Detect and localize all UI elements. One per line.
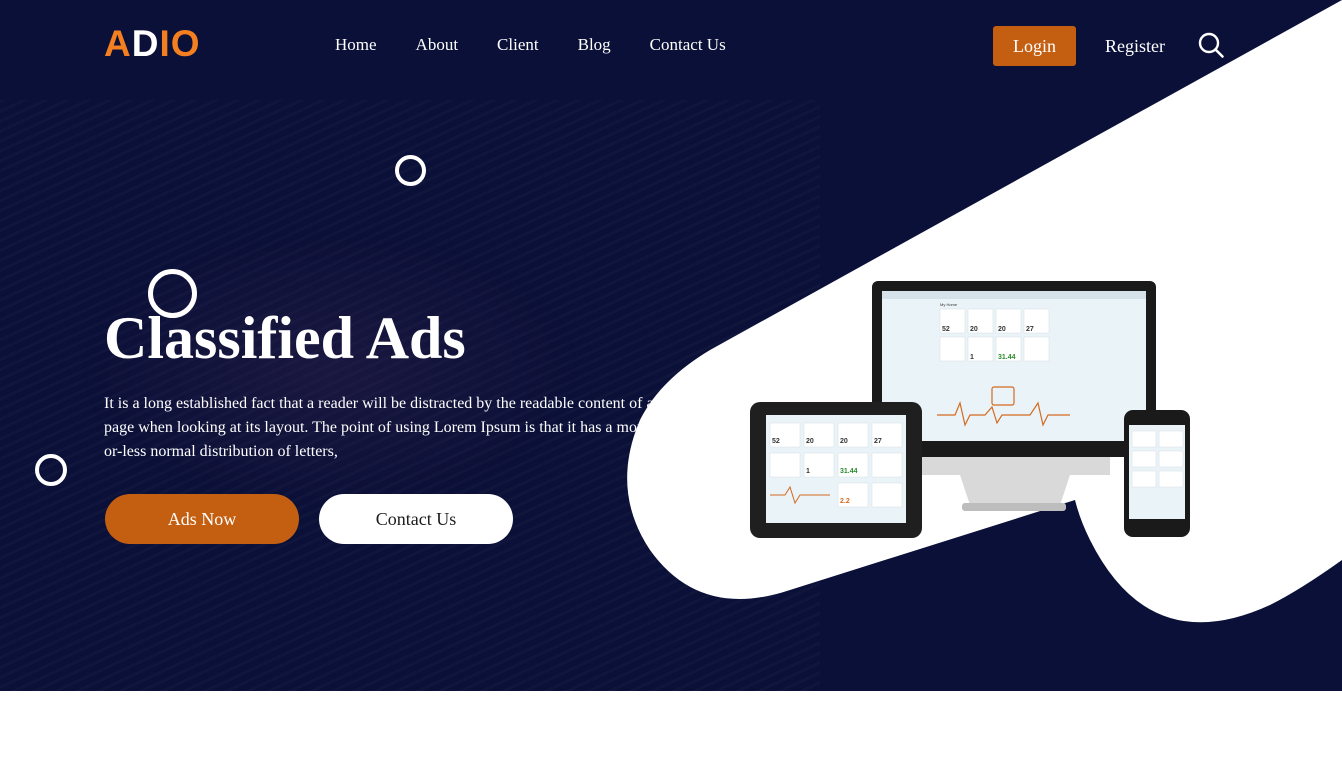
dashboard-title: My Home: [940, 302, 958, 307]
decorative-ring-left: [35, 454, 67, 486]
tablet-tile-value: 52: [772, 438, 780, 445]
nav-item-contact-us[interactable]: Contact Us: [650, 34, 726, 56]
logo-letter-a: A: [104, 23, 132, 64]
tablet-image: 52 20 20 27 1 31.44 2.2: [750, 402, 922, 538]
nav-item-about[interactable]: About: [416, 34, 459, 56]
nav-item-blog[interactable]: Blog: [578, 34, 611, 56]
hero-section: ADIO Home About Client Blog Contact Us L…: [0, 0, 1342, 691]
dashboard-tile-value: 27: [1026, 326, 1034, 333]
main-nav: Home About Client Blog Contact Us: [335, 34, 765, 56]
nav-item-home[interactable]: Home: [335, 34, 377, 56]
hero-description: It is a long established fact that a rea…: [104, 395, 655, 460]
dashboard-tile-value: 1: [970, 354, 974, 361]
hero-title: Classified Ads: [104, 305, 466, 371]
tablet-tile-value: 31.44: [840, 468, 858, 475]
search-icon[interactable]: [1197, 31, 1225, 59]
dashboard-tile-value: 52: [942, 326, 950, 333]
login-button[interactable]: Login: [993, 26, 1076, 66]
devices-illustration: My Home 52 20 20 27 1 31.44 52 20 20 27 …: [750, 281, 1190, 538]
dashboard-tile-value: 20: [998, 326, 1006, 333]
register-link[interactable]: Register: [1105, 35, 1165, 57]
logo-letter-d: D: [131, 23, 160, 64]
tablet-tile-value: 20: [806, 438, 814, 445]
dashboard-tile-value: 31.44: [998, 354, 1016, 361]
logo-letters-io: IO: [159, 23, 201, 64]
contact-us-button[interactable]: Contact Us: [319, 494, 513, 544]
nav-item-client[interactable]: Client: [497, 34, 539, 56]
tablet-tile-value: 2.2: [840, 498, 850, 505]
tablet-tile-value: 1: [806, 468, 810, 475]
ads-now-button[interactable]: Ads Now: [105, 494, 299, 544]
tablet-tile-value: 20: [840, 438, 848, 445]
phone-image: [1124, 410, 1190, 537]
dashboard-tile-value: 20: [970, 326, 978, 333]
tablet-tile-value: 27: [874, 438, 882, 445]
decorative-ring-top: [395, 155, 426, 186]
logo[interactable]: ADIO: [104, 22, 201, 66]
